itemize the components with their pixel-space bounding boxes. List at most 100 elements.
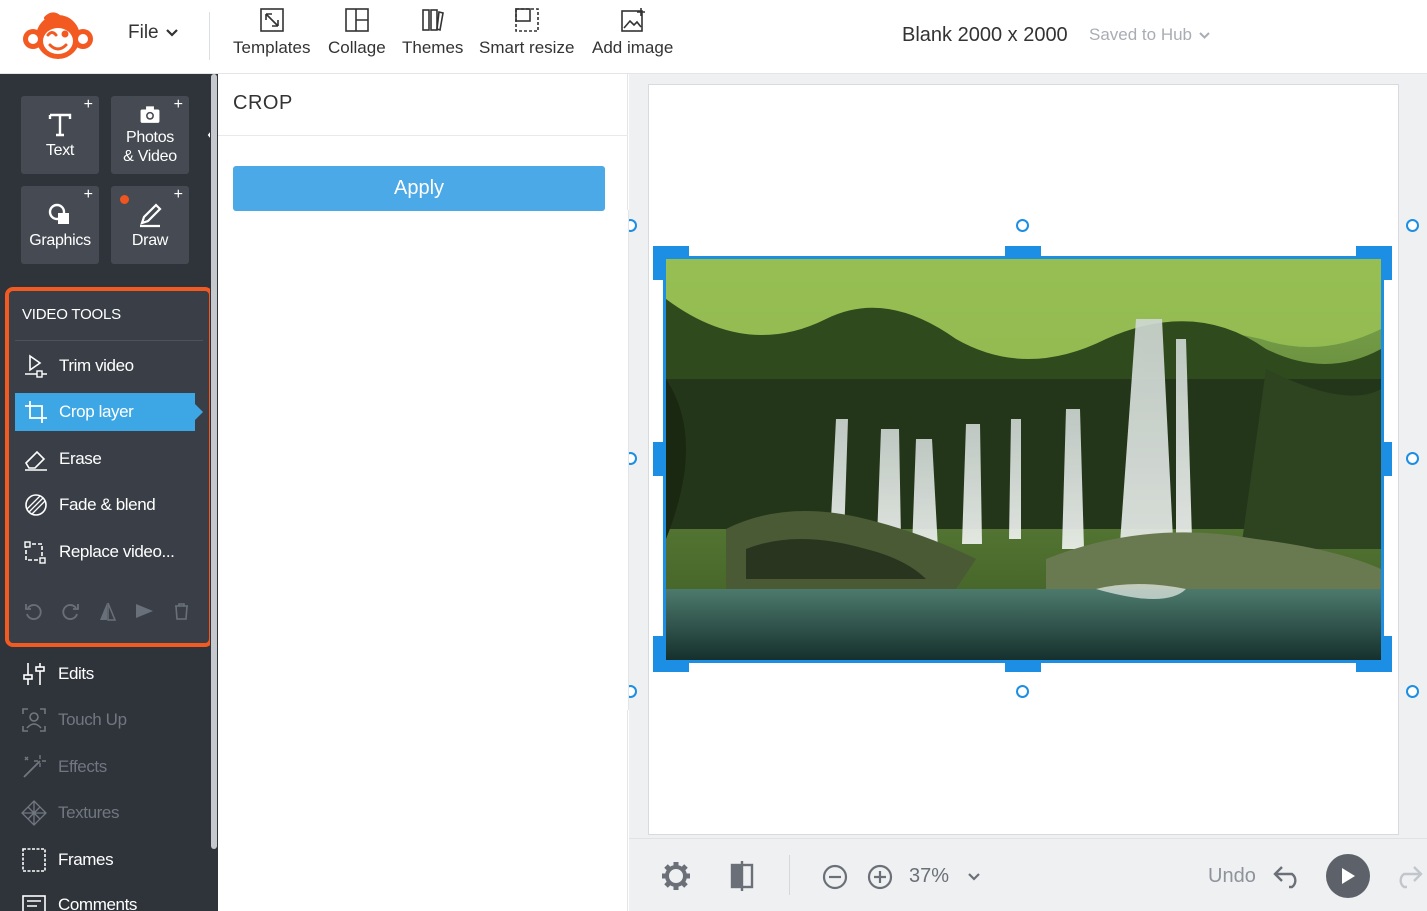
file-menu[interactable]: File [128, 22, 179, 44]
crop-handle-left[interactable] [653, 442, 663, 476]
waterfall-video-layer[interactable] [666, 259, 1381, 660]
sidebar-item-effects[interactable]: Effects [20, 753, 107, 781]
layer-handle-top[interactable] [1016, 219, 1029, 232]
graphics-icon [48, 203, 69, 224]
erase-tool[interactable]: Erase [15, 440, 195, 478]
chevron-down-icon [967, 872, 980, 881]
themes-icon [421, 9, 444, 32]
smart-resize-button[interactable]: Smart resize [479, 6, 574, 58]
sidebar-item-frames[interactable]: Frames [20, 846, 114, 874]
trim-video-tool[interactable]: Trim video [15, 347, 195, 385]
redo-icon[interactable] [1392, 863, 1424, 889]
textures-label: Textures [58, 803, 120, 822]
layer-actions [23, 601, 192, 622]
add-image-label: Add image [592, 38, 674, 57]
replace-icon [24, 541, 46, 564]
layer-handle-right[interactable] [1406, 452, 1419, 465]
panel-edge [628, 210, 629, 710]
eraser-icon [24, 450, 47, 471]
sliders-icon [23, 663, 45, 685]
trim-video-icon [25, 354, 47, 378]
video-tools-title: VIDEO TOOLS [22, 306, 121, 323]
rotate-left-icon[interactable] [23, 601, 44, 622]
themes-button[interactable]: Themes [402, 6, 463, 58]
left-sidebar: + Text + Photos & Video + Graphics + Dra… [0, 74, 222, 911]
rotate-right-icon[interactable] [60, 601, 81, 622]
crop-handle-top[interactable] [1005, 246, 1041, 256]
frames-label: Frames [58, 850, 114, 869]
panel-title: CROP [233, 92, 293, 114]
graphics-tile-label: Graphics [29, 231, 91, 249]
touch-up-label: Touch Up [58, 710, 127, 729]
draw-tile[interactable]: + Draw [111, 186, 189, 264]
sidebar-item-comments[interactable]: Comments [20, 891, 137, 911]
compare-icon[interactable] [730, 859, 756, 893]
sidebar-scrollbar[interactable] [210, 74, 218, 911]
pencil-icon [140, 202, 162, 227]
header-divider [209, 12, 210, 60]
crop-handle-top-right-v[interactable] [1382, 246, 1392, 280]
templates-button[interactable]: Templates [233, 6, 310, 58]
add-image-button[interactable]: Add image [592, 6, 673, 58]
sidebar-item-edits[interactable]: Edits [20, 660, 94, 688]
apply-button[interactable]: Apply [233, 166, 605, 211]
fade-blend-label: Fade & blend [59, 495, 156, 514]
crop-icon [25, 401, 47, 423]
crop-handle-right[interactable] [1382, 442, 1392, 476]
templates-label: Templates [233, 38, 311, 57]
themes-label: Themes [402, 38, 464, 57]
face-scan-icon [22, 708, 46, 732]
text-icon [48, 113, 72, 136]
crop-layer-tool[interactable]: Crop layer [15, 393, 203, 431]
zoom-out-icon[interactable] [822, 864, 848, 890]
edits-label: Edits [58, 664, 94, 683]
sidebar-item-touch-up[interactable]: Touch Up [20, 706, 127, 734]
panel-edge-mask [618, 210, 628, 710]
text-tile-label: Text [45, 141, 75, 159]
smart-resize-label: Smart resize [479, 38, 575, 57]
collage-button[interactable]: Collage [328, 6, 386, 58]
camera-icon [140, 106, 160, 123]
layer-handle-top-right[interactable] [1406, 219, 1419, 232]
comment-icon [22, 895, 46, 911]
document-title[interactable]: Blank 2000 x 2000 [902, 24, 1068, 47]
gear-icon[interactable] [660, 860, 692, 892]
replace-video-tool[interactable]: Replace video... [15, 533, 195, 571]
crop-handle-bottom-left-v[interactable] [653, 636, 663, 672]
play-button[interactable] [1326, 854, 1370, 898]
crop-panel: CROP Apply [218, 74, 628, 911]
picmonkey-logo-icon[interactable] [20, 10, 96, 62]
crop-handle-bottom-right-v[interactable] [1382, 636, 1392, 672]
plus-icon: + [83, 186, 93, 203]
sidebar-item-textures[interactable]: Textures [20, 799, 119, 827]
chevron-down-icon [1199, 31, 1210, 39]
top-bar: File Templates Collage Themes Smart resi… [0, 0, 1427, 74]
magic-wand-icon [23, 755, 46, 778]
fade-blend-tool[interactable]: Fade & blend [15, 486, 195, 524]
flip-vertical-icon[interactable] [134, 601, 155, 622]
zoom-level-dropdown[interactable]: 37% [909, 865, 981, 888]
undo-icon[interactable] [1272, 863, 1304, 889]
fade-blend-icon [25, 494, 47, 516]
graphics-tile[interactable]: + Graphics [21, 186, 99, 264]
crop-layer-label: Crop layer [59, 402, 134, 421]
crop-handle-top-left-v[interactable] [653, 246, 663, 280]
crop-handle-bottom[interactable] [1005, 662, 1041, 672]
notification-dot [120, 195, 129, 204]
undo-label[interactable]: Undo [1208, 865, 1256, 888]
flip-horizontal-icon[interactable] [97, 601, 118, 622]
collage-label: Collage [328, 38, 386, 57]
text-tile[interactable]: + Text [21, 96, 99, 174]
trash-icon[interactable] [171, 601, 192, 622]
texture-icon [21, 800, 47, 826]
zoom-in-icon[interactable] [867, 864, 893, 890]
trim-video-label: Trim video [59, 356, 134, 375]
scrollbar-thumb[interactable] [211, 74, 217, 849]
save-status-dropdown[interactable]: Saved to Hub [1089, 25, 1211, 45]
layer-handle-bottom[interactable] [1016, 685, 1029, 698]
layer-handle-bottom-right[interactable] [1406, 685, 1419, 698]
photos-video-tile[interactable]: + Photos & Video [111, 96, 189, 174]
bottom-bar-divider [789, 855, 790, 895]
video-tools-section: VIDEO TOOLS Trim video Crop layer Erase … [5, 287, 213, 647]
video-tools-divider [15, 340, 203, 341]
